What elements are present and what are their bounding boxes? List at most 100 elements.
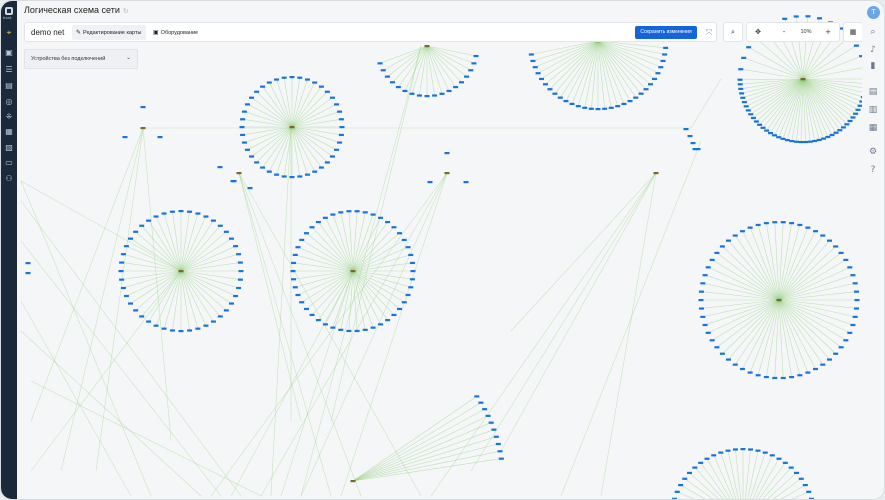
device-node[interactable] bbox=[491, 428, 497, 431]
device-node[interactable] bbox=[763, 222, 769, 225]
device-node[interactable] bbox=[444, 152, 450, 155]
map-pin-icon[interactable]: ⌖ bbox=[4, 28, 14, 38]
device-node[interactable] bbox=[217, 224, 223, 227]
device-node[interactable] bbox=[244, 103, 250, 106]
device-node[interactable] bbox=[240, 133, 246, 137]
device-node[interactable] bbox=[705, 266, 711, 269]
device-node[interactable] bbox=[453, 86, 459, 89]
device-node[interactable] bbox=[737, 83, 743, 86]
dashboard-icon[interactable]: ▣ bbox=[4, 48, 14, 58]
device-node[interactable] bbox=[409, 261, 415, 265]
device-node[interactable] bbox=[698, 461, 704, 464]
device-node[interactable] bbox=[178, 330, 184, 333]
device-node[interactable] bbox=[719, 245, 725, 248]
device-node[interactable] bbox=[133, 230, 139, 233]
device-node[interactable] bbox=[788, 466, 794, 469]
device-node[interactable] bbox=[850, 274, 856, 277]
device-node[interactable] bbox=[471, 62, 477, 65]
device-node[interactable] bbox=[789, 140, 795, 143]
device-node[interactable] bbox=[178, 210, 184, 213]
device-node[interactable] bbox=[474, 395, 480, 398]
device-node[interactable] bbox=[334, 103, 340, 106]
server-icon[interactable]: ▤ bbox=[4, 81, 14, 91]
device-node[interactable] bbox=[120, 253, 126, 256]
device-node[interactable] bbox=[746, 46, 752, 49]
device-node[interactable] bbox=[25, 262, 31, 265]
device-node[interactable] bbox=[732, 363, 738, 366]
device-node[interactable] bbox=[852, 315, 858, 318]
device-node[interactable] bbox=[850, 323, 856, 327]
device-node[interactable] bbox=[793, 140, 799, 143]
device-node[interactable] bbox=[289, 76, 295, 79]
device-node[interactable] bbox=[762, 451, 768, 454]
device-node[interactable] bbox=[304, 173, 310, 176]
device-node[interactable] bbox=[139, 224, 145, 227]
device-node[interactable] bbox=[157, 136, 163, 139]
device-node[interactable] bbox=[837, 129, 843, 132]
device-node[interactable] bbox=[633, 96, 639, 99]
device-node[interactable] bbox=[439, 92, 445, 95]
device-node[interactable] bbox=[704, 457, 710, 460]
device-node[interactable] bbox=[569, 102, 575, 106]
device-node[interactable] bbox=[274, 173, 280, 176]
device-node[interactable] bbox=[563, 99, 569, 103]
device-node[interactable] bbox=[782, 461, 788, 464]
logo[interactable]: host bbox=[3, 6, 15, 22]
device-node[interactable] bbox=[169, 210, 175, 213]
device-node[interactable] bbox=[840, 126, 846, 129]
device-node[interactable] bbox=[698, 290, 704, 293]
device-node[interactable] bbox=[146, 219, 152, 222]
device-node[interactable] bbox=[133, 309, 139, 312]
bell-icon[interactable]: ♪ bbox=[868, 45, 878, 55]
device-node[interactable] bbox=[732, 234, 738, 237]
device-node[interactable] bbox=[153, 324, 159, 327]
device-node[interactable] bbox=[254, 161, 260, 164]
device-node[interactable] bbox=[726, 358, 732, 361]
device-node[interactable] bbox=[391, 313, 397, 317]
device-node[interactable] bbox=[738, 87, 744, 90]
device-node[interactable] bbox=[233, 245, 239, 248]
device-node[interactable] bbox=[643, 88, 649, 91]
device-node[interactable] bbox=[274, 78, 280, 81]
device-node[interactable] bbox=[424, 95, 430, 98]
help-icon[interactable]: ? bbox=[868, 165, 878, 175]
device-node[interactable] bbox=[853, 44, 859, 47]
device-node[interactable] bbox=[432, 94, 438, 97]
device-node[interactable] bbox=[237, 278, 243, 281]
device-node[interactable] bbox=[719, 352, 725, 355]
device-node[interactable] bbox=[304, 78, 310, 81]
device-node[interactable] bbox=[843, 339, 849, 342]
device-node[interactable] bbox=[385, 220, 391, 224]
device-node[interactable] bbox=[416, 94, 422, 97]
device-node[interactable] bbox=[362, 211, 368, 214]
device-node[interactable] bbox=[370, 213, 376, 216]
device-node[interactable] bbox=[850, 116, 856, 119]
device-node[interactable] bbox=[772, 134, 778, 137]
device-node[interactable] bbox=[826, 358, 832, 361]
switch-node[interactable] bbox=[350, 270, 356, 273]
device-node[interactable] bbox=[782, 17, 788, 20]
switch-node[interactable] bbox=[236, 172, 242, 175]
device-node[interactable] bbox=[377, 62, 383, 65]
device-node[interactable] bbox=[747, 226, 753, 229]
device-node[interactable] bbox=[575, 105, 581, 108]
zoom-in-button[interactable]: + bbox=[821, 23, 835, 41]
device-node[interactable] bbox=[161, 327, 167, 330]
search-icon[interactable]: ⌕ bbox=[868, 27, 878, 37]
device-node[interactable] bbox=[203, 324, 209, 327]
device-node[interactable] bbox=[805, 226, 811, 229]
device-node[interactable] bbox=[772, 376, 778, 380]
device-node[interactable] bbox=[485, 414, 491, 417]
device-node[interactable] bbox=[838, 251, 844, 254]
device-node[interactable] bbox=[738, 68, 744, 71]
device-node[interactable] bbox=[478, 401, 484, 404]
device-node[interactable] bbox=[660, 59, 666, 63]
device-node[interactable] bbox=[239, 126, 245, 129]
device-node[interactable] bbox=[700, 282, 706, 285]
equipment-button[interactable]: ▣ Оборудование bbox=[153, 25, 198, 40]
device-node[interactable] bbox=[582, 106, 588, 109]
device-node[interactable] bbox=[794, 471, 800, 475]
device-node[interactable] bbox=[802, 484, 808, 487]
device-node[interactable] bbox=[772, 221, 778, 224]
device-node[interactable] bbox=[330, 213, 336, 216]
